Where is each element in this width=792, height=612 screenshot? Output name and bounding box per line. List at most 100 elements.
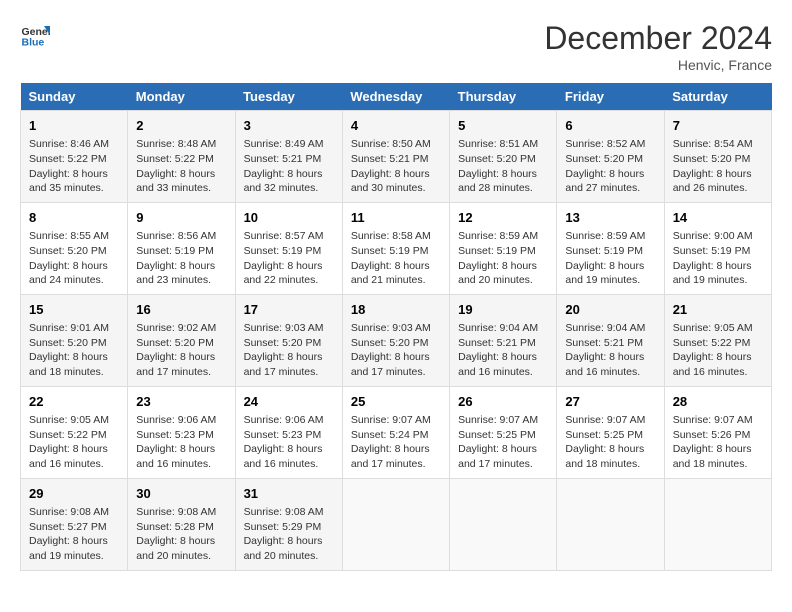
- day-number: 1: [29, 117, 119, 135]
- day-number: 3: [244, 117, 334, 135]
- day-number: 8: [29, 209, 119, 227]
- day-number: 21: [673, 301, 763, 319]
- day-info: Sunrise: 8:55 AMSunset: 5:20 PMDaylight:…: [29, 229, 119, 288]
- table-cell: 26 Sunrise: 9:07 AMSunset: 5:25 PMDayligh…: [450, 386, 557, 478]
- table-cell: 11 Sunrise: 8:58 AMSunset: 5:19 PMDayligh…: [342, 202, 449, 294]
- day-info: Sunrise: 9:08 AMSunset: 5:27 PMDaylight:…: [29, 505, 119, 564]
- day-info: Sunrise: 8:59 AMSunset: 5:19 PMDaylight:…: [565, 229, 655, 288]
- col-saturday: Saturday: [664, 83, 771, 111]
- month-title: December 2024: [544, 20, 772, 57]
- logo: General Blue: [20, 20, 50, 50]
- day-info: Sunrise: 8:58 AMSunset: 5:19 PMDaylight:…: [351, 229, 441, 288]
- day-info: Sunrise: 9:07 AMSunset: 5:25 PMDaylight:…: [565, 413, 655, 472]
- day-number: 30: [136, 485, 226, 503]
- table-cell: 31 Sunrise: 9:08 AMSunset: 5:29 PMDayligh…: [235, 478, 342, 570]
- day-info: Sunrise: 8:56 AMSunset: 5:19 PMDaylight:…: [136, 229, 226, 288]
- day-info: Sunrise: 9:05 AMSunset: 5:22 PMDaylight:…: [673, 321, 763, 380]
- day-info: Sunrise: 9:08 AMSunset: 5:29 PMDaylight:…: [244, 505, 334, 564]
- day-info: Sunrise: 9:03 AMSunset: 5:20 PMDaylight:…: [351, 321, 441, 380]
- table-cell: [342, 478, 449, 570]
- table-cell: 24 Sunrise: 9:06 AMSunset: 5:23 PMDayligh…: [235, 386, 342, 478]
- day-number: 16: [136, 301, 226, 319]
- day-info: Sunrise: 8:57 AMSunset: 5:19 PMDaylight:…: [244, 229, 334, 288]
- calendar-week-row: 1Sunrise: 8:46 AMSunset: 5:22 PMDaylight…: [21, 111, 772, 203]
- day-info: Sunrise: 9:02 AMSunset: 5:20 PMDaylight:…: [136, 321, 226, 380]
- col-thursday: Thursday: [450, 83, 557, 111]
- col-tuesday: Tuesday: [235, 83, 342, 111]
- table-cell: 17 Sunrise: 9:03 AMSunset: 5:20 PMDayligh…: [235, 294, 342, 386]
- day-info: Sunrise: 9:01 AMSunset: 5:20 PMDaylight:…: [29, 321, 119, 380]
- day-info: Sunrise: 9:04 AMSunset: 5:21 PMDaylight:…: [565, 321, 655, 380]
- table-cell: 1Sunrise: 8:46 AMSunset: 5:22 PMDaylight…: [21, 111, 128, 203]
- table-cell: 15 Sunrise: 9:01 AMSunset: 5:20 PMDayligh…: [21, 294, 128, 386]
- day-number: 2: [136, 117, 226, 135]
- table-cell: 2 Sunrise: 8:48 AMSunset: 5:22 PMDaylight…: [128, 111, 235, 203]
- day-info: Sunrise: 9:07 AMSunset: 5:24 PMDaylight:…: [351, 413, 441, 472]
- day-number: 7: [673, 117, 763, 135]
- day-number: 20: [565, 301, 655, 319]
- table-cell: 27 Sunrise: 9:07 AMSunset: 5:25 PMDayligh…: [557, 386, 664, 478]
- table-cell: 16 Sunrise: 9:02 AMSunset: 5:20 PMDayligh…: [128, 294, 235, 386]
- table-cell: 14 Sunrise: 9:00 AMSunset: 5:19 PMDayligh…: [664, 202, 771, 294]
- table-cell: 8 Sunrise: 8:55 AMSunset: 5:20 PMDaylight…: [21, 202, 128, 294]
- day-number: 19: [458, 301, 548, 319]
- table-cell: 30 Sunrise: 9:08 AMSunset: 5:28 PMDayligh…: [128, 478, 235, 570]
- calendar-header-row: Sunday Monday Tuesday Wednesday Thursday…: [21, 83, 772, 111]
- day-info: Sunrise: 9:07 AMSunset: 5:26 PMDaylight:…: [673, 413, 763, 472]
- logo-icon: General Blue: [20, 20, 50, 50]
- table-cell: 3Sunrise: 8:49 AMSunset: 5:21 PMDaylight…: [235, 111, 342, 203]
- calendar-week-row: 15 Sunrise: 9:01 AMSunset: 5:20 PMDayligh…: [21, 294, 772, 386]
- day-number: 9: [136, 209, 226, 227]
- day-info: Sunrise: 9:04 AMSunset: 5:21 PMDaylight:…: [458, 321, 548, 380]
- title-area: December 2024 Henvic, France: [544, 20, 772, 73]
- day-info: Sunrise: 9:00 AMSunset: 5:19 PMDaylight:…: [673, 229, 763, 288]
- table-cell: 5 Sunrise: 8:51 AMSunset: 5:20 PMDaylight…: [450, 111, 557, 203]
- day-number: 26: [458, 393, 548, 411]
- day-info: Sunrise: 8:50 AMSunset: 5:21 PMDaylight:…: [351, 137, 441, 196]
- table-cell: [450, 478, 557, 570]
- day-info: Sunrise: 9:07 AMSunset: 5:25 PMDaylight:…: [458, 413, 548, 472]
- calendar-table: Sunday Monday Tuesday Wednesday Thursday…: [20, 83, 772, 571]
- table-cell: 23Sunrise: 9:06 AMSunset: 5:23 PMDayligh…: [128, 386, 235, 478]
- table-cell: 9 Sunrise: 8:56 AMSunset: 5:19 PMDaylight…: [128, 202, 235, 294]
- location: Henvic, France: [544, 57, 772, 73]
- day-number: 5: [458, 117, 548, 135]
- day-number: 23: [136, 393, 226, 411]
- table-cell: 6Sunrise: 8:52 AMSunset: 5:20 PMDaylight…: [557, 111, 664, 203]
- day-number: 18: [351, 301, 441, 319]
- day-number: 17: [244, 301, 334, 319]
- day-number: 29: [29, 485, 119, 503]
- col-friday: Friday: [557, 83, 664, 111]
- day-info: Sunrise: 8:52 AMSunset: 5:20 PMDaylight:…: [565, 137, 655, 196]
- day-info: Sunrise: 8:51 AMSunset: 5:20 PMDaylight:…: [458, 137, 548, 196]
- day-info: Sunrise: 8:48 AMSunset: 5:22 PMDaylight:…: [136, 137, 226, 196]
- day-number: 14: [673, 209, 763, 227]
- table-cell: [557, 478, 664, 570]
- table-cell: 25 Sunrise: 9:07 AMSunset: 5:24 PMDayligh…: [342, 386, 449, 478]
- table-cell: 21 Sunrise: 9:05 AMSunset: 5:22 PMDayligh…: [664, 294, 771, 386]
- table-cell: 18 Sunrise: 9:03 AMSunset: 5:20 PMDayligh…: [342, 294, 449, 386]
- day-number: 31: [244, 485, 334, 503]
- day-number: 11: [351, 209, 441, 227]
- table-cell: 19 Sunrise: 9:04 AMSunset: 5:21 PMDayligh…: [450, 294, 557, 386]
- day-number: 24: [244, 393, 334, 411]
- day-info: Sunrise: 9:08 AMSunset: 5:28 PMDaylight:…: [136, 505, 226, 564]
- day-number: 27: [565, 393, 655, 411]
- day-info: Sunrise: 8:59 AMSunset: 5:19 PMDaylight:…: [458, 229, 548, 288]
- day-number: 25: [351, 393, 441, 411]
- table-cell: 10Sunrise: 8:57 AMSunset: 5:19 PMDayligh…: [235, 202, 342, 294]
- table-cell: [664, 478, 771, 570]
- day-number: 22: [29, 393, 119, 411]
- day-info: Sunrise: 9:03 AMSunset: 5:20 PMDaylight:…: [244, 321, 334, 380]
- page-header: General Blue December 2024 Henvic, Franc…: [20, 20, 772, 73]
- table-cell: 20 Sunrise: 9:04 AMSunset: 5:21 PMDayligh…: [557, 294, 664, 386]
- table-cell: 22 Sunrise: 9:05 AMSunset: 5:22 PMDayligh…: [21, 386, 128, 478]
- day-info: Sunrise: 9:06 AMSunset: 5:23 PMDaylight:…: [244, 413, 334, 472]
- calendar-week-row: 8 Sunrise: 8:55 AMSunset: 5:20 PMDaylight…: [21, 202, 772, 294]
- day-info: Sunrise: 9:05 AMSunset: 5:22 PMDaylight:…: [29, 413, 119, 472]
- day-number: 4: [351, 117, 441, 135]
- col-sunday: Sunday: [21, 83, 128, 111]
- day-number: 15: [29, 301, 119, 319]
- day-number: 28: [673, 393, 763, 411]
- table-cell: 7Sunrise: 8:54 AMSunset: 5:20 PMDaylight…: [664, 111, 771, 203]
